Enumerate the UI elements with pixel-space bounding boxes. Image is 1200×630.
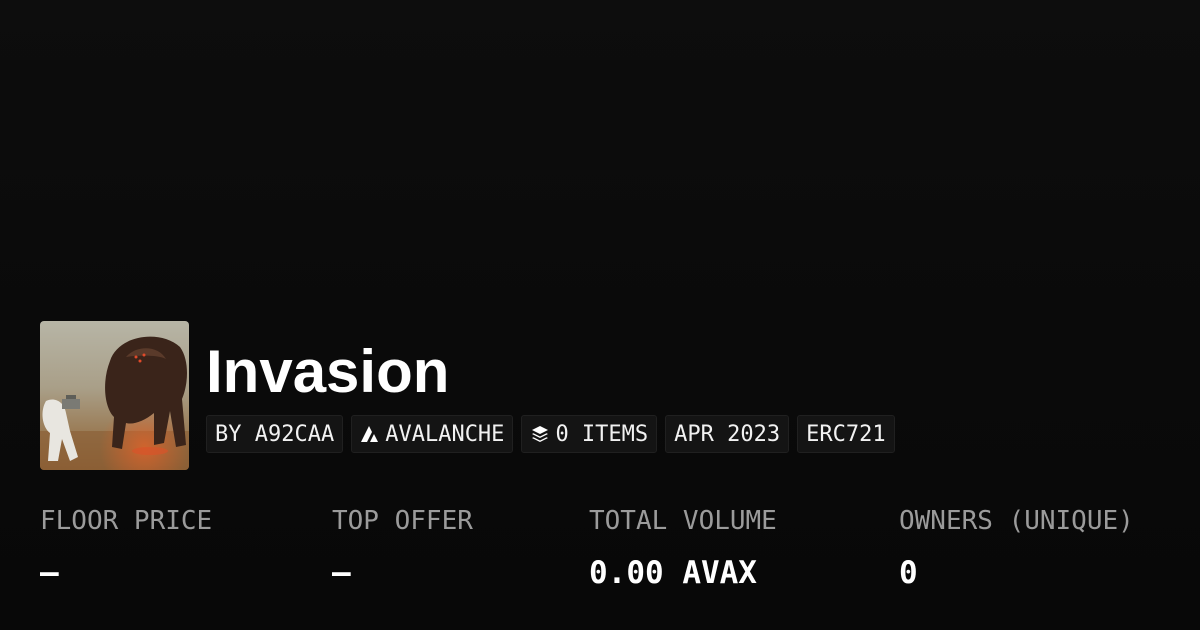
creator-label: BY A92CAA: [215, 421, 335, 447]
created-date-badge: APR 2023: [665, 415, 790, 453]
token-standard-label: ERC721: [806, 421, 886, 447]
created-date-label: APR 2023: [674, 421, 781, 447]
top-offer-label: TOP OFFER: [332, 506, 473, 536]
collection-badges: BY A92CAA AVALANCHE 0 ITEMS APR 2023 ERC…: [206, 415, 895, 453]
owners-value: 0: [899, 555, 918, 591]
items-badge[interactable]: 0 ITEMS: [521, 415, 658, 453]
owners-label: OWNERS (UNIQUE): [899, 506, 1134, 536]
collection-title: Invasion: [206, 338, 450, 405]
layers-icon: [530, 424, 550, 444]
total-volume-stat: TOTAL VOLUME 0.00 AVAX: [589, 503, 777, 593]
avalanche-icon: [360, 424, 380, 444]
chain-badge[interactable]: AVALANCHE: [351, 415, 514, 453]
floor-price-value: –: [40, 555, 59, 591]
total-volume-label: TOTAL VOLUME: [589, 506, 777, 536]
collection-avatar: [40, 321, 189, 470]
creator-badge[interactable]: BY A92CAA: [206, 415, 344, 453]
floor-price-stat: FLOOR PRICE –: [40, 503, 212, 593]
owners-stat: OWNERS (UNIQUE) 0: [899, 503, 1134, 593]
chain-label: AVALANCHE: [385, 421, 505, 447]
token-standard-badge: ERC721: [797, 415, 895, 453]
items-label: 0 ITEMS: [555, 421, 649, 447]
total-volume-value: 0.00 AVAX: [589, 555, 757, 591]
top-offer-value: –: [332, 555, 351, 591]
top-offer-stat: TOP OFFER –: [332, 503, 473, 593]
floor-price-label: FLOOR PRICE: [40, 506, 213, 536]
